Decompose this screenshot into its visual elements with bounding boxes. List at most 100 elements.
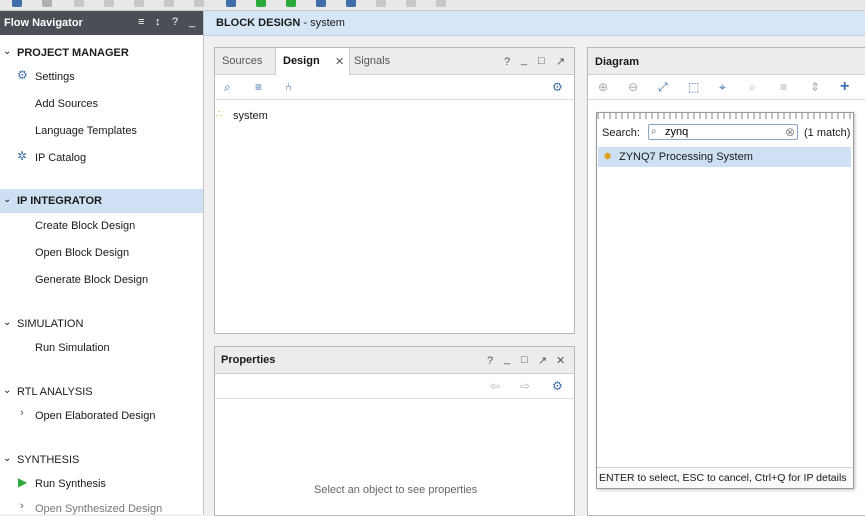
nav-item-open-synthesized-design[interactable]: Open Synthesized Design xyxy=(35,503,162,515)
close-icon[interactable]: ✕ xyxy=(556,354,565,367)
tab-sources[interactable]: Sources xyxy=(215,48,275,74)
window-icon[interactable] xyxy=(226,0,236,7)
gear-icon[interactable]: ⚙ xyxy=(552,379,563,393)
paste-icon[interactable] xyxy=(164,0,174,7)
tab-signals[interactable]: Signals xyxy=(349,48,403,74)
section-simulation[interactable]: ⌄ SIMULATION xyxy=(0,312,203,336)
search-icon[interactable]: ⌕ xyxy=(224,80,231,95)
search-label: Search: xyxy=(602,127,640,139)
expand-all-icon[interactable]: ↕ xyxy=(155,16,161,28)
section-rtl-analysis[interactable]: ⌄ RTL ANALYSIS xyxy=(0,380,203,404)
run-play-icon: ▶ xyxy=(18,475,28,489)
search-icon: ⌕ xyxy=(651,126,657,137)
section-label: PROJECT MANAGER xyxy=(17,47,129,59)
ip-search-input[interactable] xyxy=(648,124,798,140)
chevron-down-icon: ⌄ xyxy=(3,453,12,464)
zoom-fit-icon[interactable]: ⤢ xyxy=(658,80,668,95)
close-icon[interactable] xyxy=(436,0,446,7)
search-icon[interactable]: ⌕ xyxy=(749,80,756,95)
close-tab-icon[interactable]: ✕ xyxy=(335,55,344,68)
undo-icon[interactable] xyxy=(74,0,84,7)
search-result-zynq7[interactable]: ✹ ZYNQ7 Processing System xyxy=(598,147,851,167)
chevron-down-icon: ⌄ xyxy=(3,46,12,57)
diagram-panel: Diagram ⊕ ⊖ ⤢ ⬚ ⌖ ⌕ ≡ ⇕ + Search: ⌕ ⊗ (1… xyxy=(587,47,865,516)
design-panel-toolbar: ⌕ ≡ ⑃ ⚙ xyxy=(215,75,574,100)
popup-footer: ENTER to select, ESC to cancel, Ctrl+Q f… xyxy=(597,467,853,488)
minimize-icon[interactable]: _ xyxy=(189,16,195,28)
section-synthesis[interactable]: ⌄ SYNTHESIS xyxy=(0,448,203,472)
zoom-area-icon[interactable]: ⬚ xyxy=(688,80,699,94)
footer-hint: ENTER to select, ESC to cancel, Ctrl+Q f… xyxy=(599,472,847,484)
drag-handle[interactable] xyxy=(597,113,853,119)
minimize-icon[interactable]: _ xyxy=(521,54,527,66)
maximize-icon[interactable]: □ xyxy=(538,55,545,67)
flow-navigator-header: Flow Navigator ≡ ↕ ? _ xyxy=(0,11,203,35)
design-panel-header: Sources Design ✕ Signals ? _ □ ↗ xyxy=(215,48,574,75)
main-toolbar xyxy=(0,0,865,11)
design-panel: Sources Design ✕ Signals ? _ □ ↗ ⌕ ≡ ⑃ ⚙ … xyxy=(214,47,575,334)
float-icon[interactable]: ↗ xyxy=(556,55,565,68)
nav-item-run-simulation[interactable]: Run Simulation xyxy=(35,342,110,354)
zoom-in-icon[interactable]: ⊕ xyxy=(598,80,608,94)
ip-core-icon: ✹ xyxy=(603,151,613,163)
section-project-manager[interactable]: ⌄ PROJECT MANAGER xyxy=(0,41,203,65)
help-icon[interactable]: ? xyxy=(504,56,510,68)
nav-item-open-elaborated-design[interactable]: Open Elaborated Design xyxy=(35,410,155,422)
hierarchy-icon[interactable]: ⑃ xyxy=(285,80,292,94)
run-icon[interactable] xyxy=(256,0,266,7)
center-icon[interactable]: ⌖ xyxy=(719,80,726,95)
save-icon[interactable] xyxy=(42,0,52,7)
open-project-icon[interactable] xyxy=(12,0,22,7)
expand-icon[interactable]: ⇕ xyxy=(810,80,820,94)
delete-icon[interactable] xyxy=(194,0,204,7)
add-ip-icon[interactable]: + xyxy=(840,78,849,96)
float-icon[interactable]: ↗ xyxy=(538,354,547,367)
zoom-out-icon[interactable]: ⊖ xyxy=(628,80,638,94)
properties-panel-header: Properties ? _ □ ↗ ✕ xyxy=(215,347,574,374)
back-arrow-icon[interactable]: ⇦ xyxy=(490,379,500,393)
minimize-icon[interactable]: _ xyxy=(504,353,510,365)
edit-icon[interactable] xyxy=(406,0,416,7)
collapse-all-icon[interactable]: ≡ xyxy=(255,80,262,94)
forward-arrow-icon[interactable]: ⇨ xyxy=(520,379,530,393)
help-icon[interactable]: ? xyxy=(172,16,178,28)
nav-item-ip-catalog[interactable]: IP Catalog xyxy=(35,152,86,164)
collapse-all-icon[interactable]: ≡ xyxy=(138,16,144,28)
section-label: SIMULATION xyxy=(17,318,84,330)
properties-title: Properties xyxy=(221,354,276,366)
collapse-icon[interactable]: ≡ xyxy=(780,80,787,94)
diagram-toolbar: ⊕ ⊖ ⤢ ⬚ ⌖ ⌕ ≡ ⇕ + xyxy=(588,75,865,100)
tree-item-system[interactable]: system xyxy=(233,110,268,122)
chevron-right-icon[interactable]: › xyxy=(20,500,24,512)
settings-icon[interactable] xyxy=(316,0,326,7)
nav-item-add-sources[interactable]: Add Sources xyxy=(35,98,98,110)
sigma-icon[interactable] xyxy=(346,0,356,7)
block-design-name: - system xyxy=(300,17,345,29)
gear-icon[interactable]: ⚙ xyxy=(552,80,563,94)
maximize-icon[interactable]: □ xyxy=(521,354,528,366)
nav-item-open-block-design[interactable]: Open Block Design xyxy=(35,247,129,259)
nav-item-run-synthesis[interactable]: Run Synthesis xyxy=(35,478,106,490)
ip-search-row: Search: ⌕ ⊗ (1 match) xyxy=(597,122,853,144)
tab-design[interactable]: Design ✕ xyxy=(275,48,350,75)
section-ip-integrator[interactable]: ⌄ IP INTEGRATOR xyxy=(0,189,203,213)
properties-panel: Properties ? _ □ ↗ ✕ ⇦ ⇨ ⚙ Select an obj… xyxy=(214,346,575,516)
help-icon[interactable]: ? xyxy=(487,355,493,367)
nav-item-generate-block-design[interactable]: Generate Block Design xyxy=(35,274,148,286)
ip-plug-icon: ✲ xyxy=(17,149,28,163)
nav-item-create-block-design[interactable]: Create Block Design xyxy=(35,220,135,232)
redo-icon[interactable] xyxy=(104,0,114,7)
diagram-panel-header: Diagram xyxy=(588,48,865,75)
properties-empty-message: Select an object to see properties xyxy=(314,484,478,496)
nav-item-language-templates[interactable]: Language Templates xyxy=(35,125,137,137)
section-label: IP INTEGRATOR xyxy=(17,195,102,207)
clear-search-icon[interactable]: ⊗ xyxy=(785,125,795,139)
block-design-label: BLOCK DESIGN xyxy=(216,17,301,29)
chevron-right-icon[interactable]: › xyxy=(20,407,24,419)
nav-item-settings[interactable]: Settings xyxy=(35,71,75,83)
warning-block-icon: ∴ xyxy=(216,109,223,120)
copy-icon[interactable] xyxy=(134,0,144,7)
flow-navigator: Flow Navigator ≡ ↕ ? _ ⌄ PROJECT MANAGER… xyxy=(0,11,204,515)
tool-icon[interactable] xyxy=(376,0,386,7)
step-icon[interactable] xyxy=(286,0,296,7)
